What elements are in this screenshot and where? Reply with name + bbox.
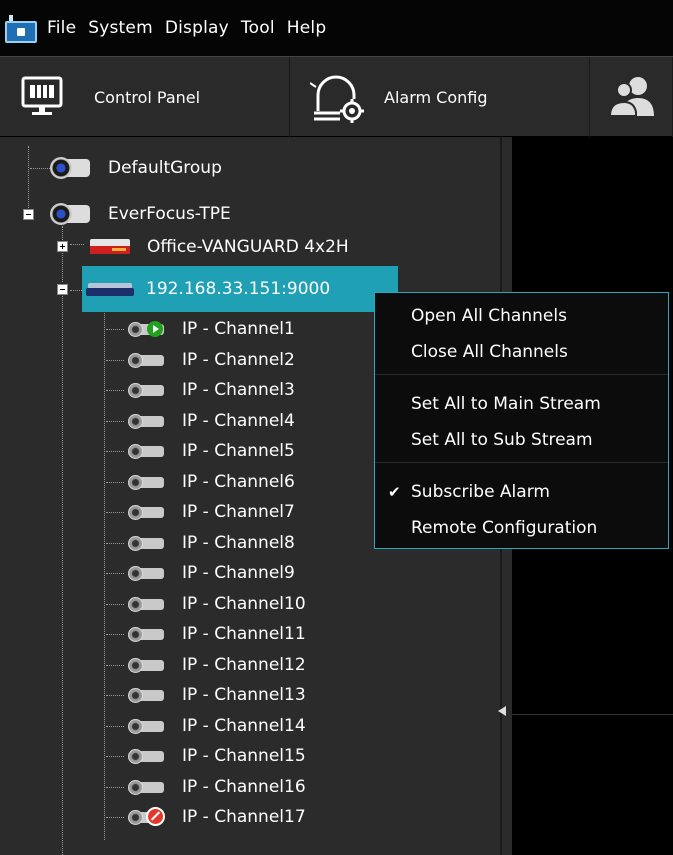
ip-camera-icon <box>126 443 168 459</box>
app-logo-icon <box>3 15 41 45</box>
tree-node-dvr[interactable]: Office-VANGUARD 4x2H <box>88 232 349 262</box>
dvr-device-icon <box>88 237 132 257</box>
ip-camera-icon <box>126 565 168 581</box>
ip-camera-icon <box>126 352 168 368</box>
tree-node-channel[interactable]: IP - Channel8 <box>126 528 295 558</box>
control-panel-button[interactable]: Control Panel <box>0 57 290 137</box>
ip-camera-icon <box>126 596 168 612</box>
collapse-arrow-icon[interactable] <box>498 706 506 716</box>
tree-node-label: IP - Channel3 <box>182 380 295 400</box>
tree-node-channel[interactable]: IP - Channel6 <box>126 467 295 497</box>
menu-bar: File System Display Tool Help <box>0 0 673 56</box>
tree-node-channel[interactable]: IP - Channel9 <box>126 558 295 588</box>
ip-camera-icon <box>126 413 168 429</box>
tree-node-channel[interactable]: IP - Channel15 <box>126 741 306 771</box>
tree-node-channel[interactable]: IP - Channel13 <box>126 680 306 710</box>
tree-node-channel[interactable]: IP - Channel4 <box>126 406 295 436</box>
tree-node-channel[interactable]: IP - Channel16 <box>126 772 306 802</box>
ip-camera-icon <box>126 504 168 520</box>
tree-node-channel[interactable]: IP - Channel12 <box>126 650 306 680</box>
camera-group-icon <box>50 157 90 179</box>
tree-node-label: IP - Channel13 <box>182 685 306 705</box>
ip-camera-icon <box>126 718 168 734</box>
tree-node-label: EverFocus-TPE <box>108 204 231 224</box>
menu-set-main-stream[interactable]: Set All to Main Stream <box>375 388 668 420</box>
menu-file[interactable]: File <box>41 0 82 56</box>
menu-separator <box>375 374 668 375</box>
tree-node-label: IP - Channel15 <box>182 746 306 766</box>
menu-help[interactable]: Help <box>281 0 333 56</box>
alarm-gear-icon <box>310 75 364 123</box>
toolbar: Control Panel Alarm Config <box>0 56 673 137</box>
tree-node-label: IP - Channel14 <box>182 715 306 736</box>
tree-node-channel[interactable]: IP - Channel2 <box>126 345 295 375</box>
tree-node-channel[interactable]: IP - Channel17 <box>126 802 306 832</box>
tree-node-label: IP - Channel10 <box>182 593 306 614</box>
checkmark-icon: ✔ <box>388 483 401 501</box>
menu-close-all-channels[interactable]: Close All Channels <box>375 336 668 368</box>
user-management-button[interactable] <box>590 57 673 137</box>
tree-node-label: IP - Channel11 <box>182 624 306 644</box>
tree-node-channel[interactable]: IP - Channel1 <box>126 314 295 344</box>
tree-node-label: IP - Channel5 <box>182 441 295 461</box>
tree-node-site[interactable]: EverFocus-TPE <box>50 199 231 229</box>
tree-node-nvr[interactable]: 192.168.33.151:9000 <box>86 274 330 304</box>
collapse-toggle-icon[interactable] <box>23 209 34 220</box>
tree-node-label: IP - Channel17 <box>182 807 306 827</box>
tree-node-label: IP - Channel6 <box>182 471 295 492</box>
tree-node-channel[interactable]: IP - Channel10 <box>126 589 306 619</box>
tree-node-channel[interactable]: IP - Channel11 <box>126 619 306 649</box>
tree-node-label: IP - Channel1 <box>182 319 295 339</box>
tree-node-label: IP - Channel9 <box>182 563 295 583</box>
menu-separator <box>375 462 668 463</box>
menu-tool[interactable]: Tool <box>235 0 281 56</box>
ip-camera-disabled-icon <box>126 807 168 826</box>
tree-node-label: 192.168.33.151:9000 <box>146 279 331 299</box>
tree-node-label: IP - Channel12 <box>182 654 306 675</box>
ip-camera-icon <box>126 687 168 703</box>
menu-open-all-channels[interactable]: Open All Channels <box>375 300 668 332</box>
tree-node-label: IP - Channel4 <box>182 410 295 431</box>
expand-toggle-icon[interactable] <box>57 241 68 252</box>
menu-display[interactable]: Display <box>159 0 235 56</box>
ip-camera-icon <box>126 474 168 490</box>
menu-system[interactable]: System <box>82 0 159 56</box>
tree-node-channel[interactable]: IP - Channel14 <box>126 711 306 741</box>
menu-subscribe-alarm[interactable]: ✔ Subscribe Alarm <box>375 476 668 508</box>
tree-node-channel[interactable]: IP - Channel3 <box>126 375 295 405</box>
nvr-device-icon <box>86 280 134 298</box>
users-icon <box>608 77 654 117</box>
camera-group-icon <box>50 203 90 225</box>
ip-camera-icon <box>126 657 168 673</box>
alarm-config-button[interactable]: Alarm Config <box>290 57 590 137</box>
tree-node-default-group[interactable]: DefaultGroup <box>50 153 222 183</box>
ip-camera-icon <box>126 626 168 642</box>
tree-node-label: IP - Channel8 <box>182 532 295 553</box>
tree-node-label: IP - Channel2 <box>182 349 295 370</box>
tree-node-channel[interactable]: IP - Channel5 <box>126 436 295 466</box>
tree-node-label: IP - Channel7 <box>182 502 295 522</box>
menu-set-sub-stream[interactable]: Set All to Sub Stream <box>375 424 668 456</box>
tree-node-label: Office-VANGUARD 4x2H <box>147 237 349 257</box>
control-panel-label: Control Panel <box>94 87 201 107</box>
monitor-icon <box>21 76 63 115</box>
tree-node-channel[interactable]: IP - Channel7 <box>126 497 295 527</box>
tree-node-label: IP - Channel16 <box>182 776 306 797</box>
ip-camera-playing-icon <box>126 321 168 337</box>
tree-node-label: DefaultGroup <box>108 158 222 178</box>
alarm-config-label: Alarm Config <box>384 87 488 107</box>
ip-camera-icon <box>126 779 168 795</box>
ip-camera-icon <box>126 382 168 398</box>
collapse-toggle-icon[interactable] <box>57 284 68 295</box>
ip-camera-icon <box>126 748 168 764</box>
ip-camera-icon <box>126 535 168 551</box>
menu-remote-configuration[interactable]: Remote Configuration <box>375 512 668 544</box>
context-menu: Open All Channels Close All Channels Set… <box>374 292 669 549</box>
